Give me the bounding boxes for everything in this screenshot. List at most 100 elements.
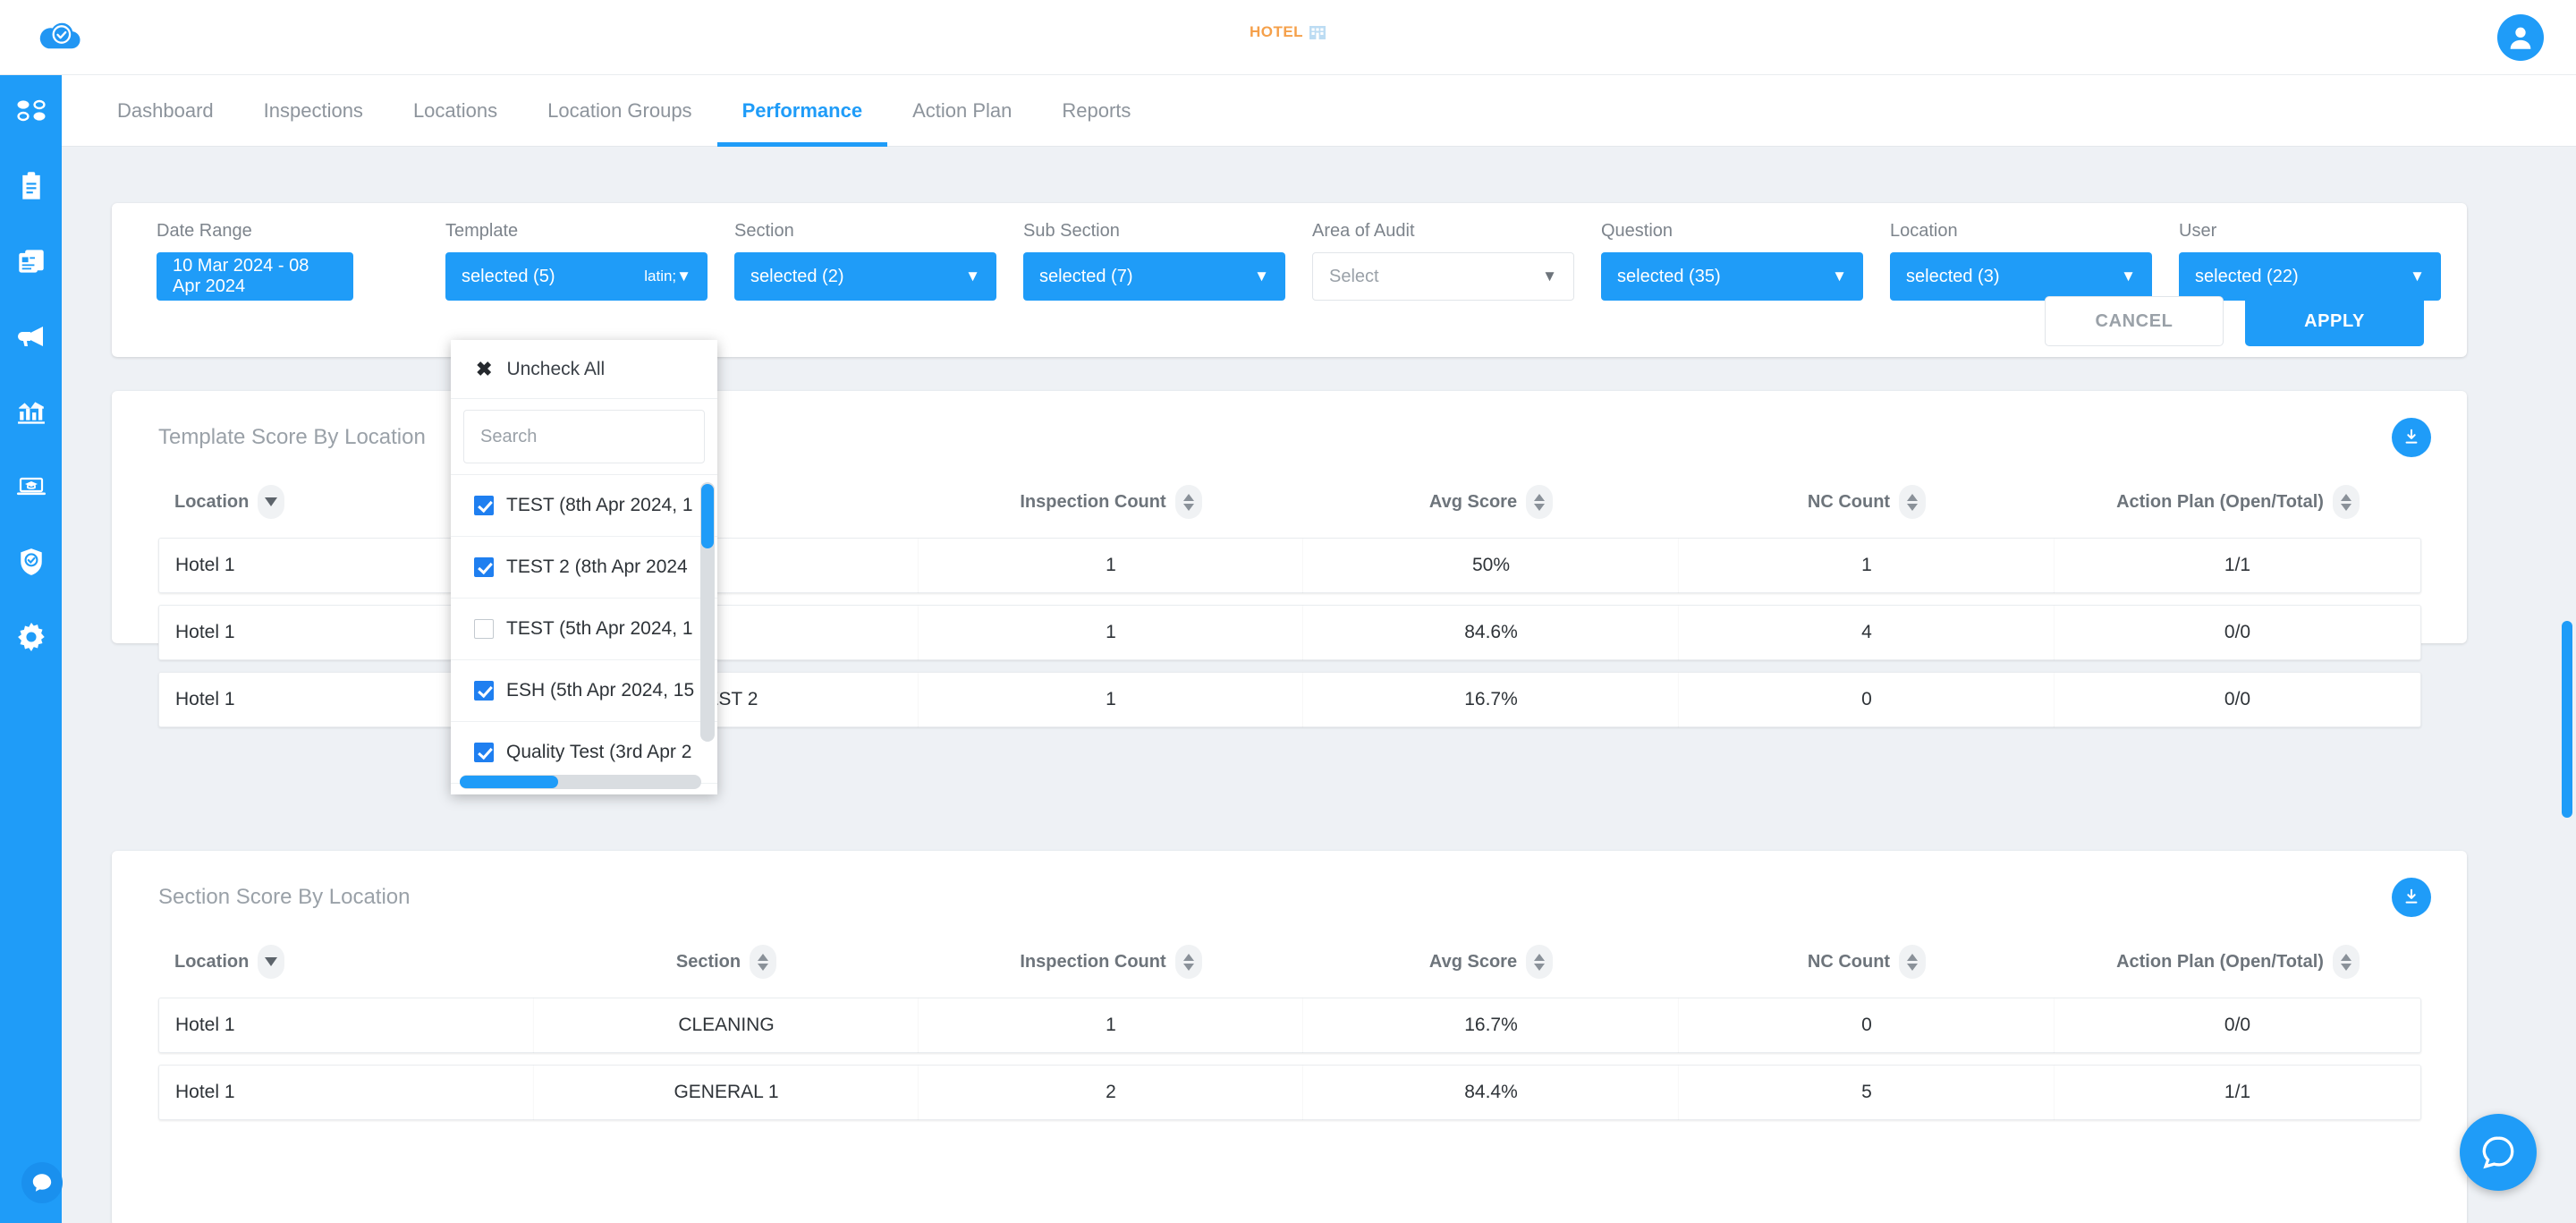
chevron-down-icon: ▼ (1832, 268, 1847, 285)
center-logo-text: HOTEL (1249, 23, 1304, 40)
dropdown-search-wrap (451, 399, 717, 474)
checkbox-icon[interactable] (474, 743, 494, 762)
page-scrollbar-thumb[interactable] (2562, 621, 2572, 818)
cell-nc-count: 0 (1679, 998, 2055, 1053)
table-row[interactable]: Hotel 1 GENERAL 1 2 84.4% 5 1/1 (158, 1065, 2421, 1120)
user-select[interactable]: selected (22) ▼ (2179, 252, 2441, 301)
documents-icon[interactable] (13, 243, 49, 279)
apply-button[interactable]: APPLY (2245, 296, 2424, 346)
date-range-value: 10 Mar 2024 - 08 Apr 2024 (173, 256, 309, 296)
col-location[interactable]: Location (158, 945, 534, 986)
col-avg-score-label: Avg Score (1428, 951, 1518, 972)
download-icon[interactable] (2392, 878, 2431, 917)
tab-reports[interactable]: Reports (1037, 75, 1156, 147)
tab-location-groups[interactable]: Location Groups (522, 75, 716, 147)
gear-icon[interactable] (13, 619, 49, 655)
dots-grid-icon[interactable] (13, 93, 49, 129)
dropdown-horizontal-scrollbar[interactable] (460, 775, 701, 789)
checkbox-icon[interactable] (474, 681, 494, 701)
bar-chart-icon[interactable] (13, 394, 49, 429)
col-nc-count[interactable]: NC Count (1679, 485, 2055, 526)
list-item[interactable]: ESH (5th Apr 2024, 15 (451, 660, 717, 722)
checkbox-icon[interactable] (474, 496, 494, 515)
filter-question: Question selected (35) ▼ (1601, 221, 1863, 301)
sort-both-icon[interactable] (2332, 945, 2360, 979)
clipboard-icon[interactable] (13, 168, 49, 204)
shield-check-icon[interactable] (13, 544, 49, 580)
megaphone-icon[interactable] (13, 318, 49, 354)
graduation-laptop-icon[interactable] (13, 469, 49, 505)
col-section-label: Section (675, 951, 741, 972)
user-avatar-icon[interactable] (2497, 14, 2544, 61)
list-item-label: ESH (5th Apr 2024, 15 (506, 680, 695, 701)
list-item-label: Quality Test (3rd Apr 2 (506, 742, 692, 762)
sort-both-icon[interactable] (1526, 485, 1554, 519)
area-of-audit-select[interactable]: Select ▼ (1312, 252, 1574, 301)
sidebar-chat-icon[interactable] (21, 1162, 63, 1203)
col-inspection-count[interactable]: Inspection Count (919, 485, 1303, 526)
tab-locations[interactable]: Locations (388, 75, 522, 147)
cell-location: Hotel 1 (158, 998, 534, 1053)
filter-section: Section selected (2) ▼ (734, 221, 996, 301)
list-item[interactable]: TEST (5th Apr 2024, 1 (451, 599, 717, 660)
sub-section-select[interactable]: selected (7) ▼ (1023, 252, 1285, 301)
col-avg-score[interactable]: Avg Score (1303, 945, 1679, 986)
template-score-title: Template Score By Location (158, 425, 426, 449)
dropdown-vertical-scrollbar-thumb[interactable] (701, 484, 714, 548)
question-select-value: selected (35) (1617, 266, 1721, 286)
filter-label-template: Template (445, 221, 519, 241)
sort-both-icon[interactable] (750, 945, 777, 979)
download-icon[interactable] (2392, 418, 2431, 457)
sort-both-icon[interactable] (1526, 945, 1554, 979)
sort-desc-icon[interactable] (258, 485, 285, 519)
tab-action-plan[interactable]: Action Plan (887, 75, 1037, 147)
cell-inspection-count: 1 (919, 605, 1303, 660)
template-select[interactable]: selected (5) latin;▼ (445, 252, 708, 301)
uncheck-all-label: Uncheck All (506, 358, 606, 379)
filter-user: User selected (22) ▼ (2179, 221, 2441, 301)
col-inspection-count[interactable]: Inspection Count (919, 945, 1303, 986)
dropdown-option-list[interactable]: TEST (8th Apr 2024, 1 TEST 2 (8th Apr 20… (451, 474, 717, 794)
uncheck-all-button[interactable]: ✖ Uncheck All (451, 340, 717, 399)
user-select-value: selected (22) (2195, 266, 2299, 286)
tab-performance[interactable]: Performance (716, 75, 888, 147)
col-action-plan[interactable]: Action Plan (Open/Total) (2055, 485, 2421, 526)
sort-both-icon[interactable] (1174, 945, 1202, 979)
col-nc-count[interactable]: NC Count (1679, 945, 2055, 986)
sort-desc-icon[interactable] (258, 945, 285, 979)
cell-section: CLEANING (534, 998, 919, 1053)
search-input[interactable] (463, 410, 705, 463)
col-section[interactable]: Section (534, 945, 919, 986)
filter-label-user: User (2179, 221, 2217, 241)
cell-inspection-count: 1 (919, 998, 1303, 1053)
cloud-check-icon[interactable] (36, 13, 86, 63)
sort-both-icon[interactable] (1899, 485, 1927, 519)
page-scrollbar[interactable] (2562, 379, 2572, 1220)
cell-nc-count: 5 (1679, 1065, 2055, 1120)
date-range-button[interactable]: 10 Mar 2024 - 08 Apr 2024 (157, 252, 353, 301)
checkbox-icon[interactable] (474, 619, 494, 639)
question-select[interactable]: selected (35) ▼ (1601, 252, 1863, 301)
col-action-plan[interactable]: Action Plan (Open/Total) (2055, 945, 2421, 986)
section-select[interactable]: selected (2) ▼ (734, 252, 996, 301)
sort-both-icon[interactable] (2332, 485, 2360, 519)
list-item[interactable]: TEST 2 (8th Apr 2024 (451, 537, 717, 599)
checkbox-icon[interactable] (474, 557, 494, 577)
tab-dashboard[interactable]: Dashboard (92, 75, 239, 147)
filter-template: Template selected (5) latin;▼ (445, 221, 708, 301)
col-nc-count-label: NC Count (1807, 491, 1891, 512)
sort-both-icon[interactable] (1174, 485, 1202, 519)
list-item[interactable]: TEST (8th Apr 2024, 1 (451, 475, 717, 537)
dropdown-vertical-scrollbar[interactable] (700, 482, 715, 742)
cell-avg-score: 84.4% (1303, 1065, 1679, 1120)
cancel-button[interactable]: CANCEL (2045, 296, 2224, 346)
location-select[interactable]: selected (3) ▼ (1890, 252, 2152, 301)
table-row[interactable]: Hotel 1 CLEANING 1 16.7% 0 0/0 (158, 998, 2421, 1053)
chat-widget-button[interactable] (2460, 1114, 2537, 1191)
sort-both-icon[interactable] (1899, 945, 1927, 979)
main-nav: Dashboard Inspections Locations Location… (62, 75, 2576, 147)
filter-actions: CANCEL APPLY (2045, 296, 2424, 346)
tab-inspections[interactable]: Inspections (239, 75, 388, 147)
col-avg-score[interactable]: Avg Score (1303, 485, 1679, 526)
dropdown-horizontal-scrollbar-thumb[interactable] (460, 776, 558, 788)
